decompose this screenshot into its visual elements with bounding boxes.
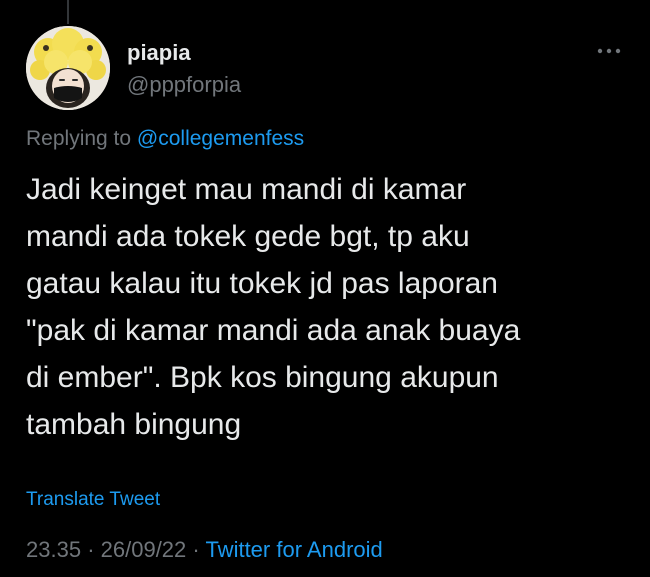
user-handle[interactable]: @pppforpia	[127, 71, 241, 99]
author-info: piapia @pppforpia	[127, 39, 241, 99]
display-name[interactable]: piapia	[127, 39, 241, 67]
reply-mention-link[interactable]: @collegemenfess	[137, 127, 304, 150]
tweet-metadata: 23.35 · 26/09/22 · Twitter for Android	[26, 536, 383, 564]
tweet-text-line: tambah bingung	[26, 408, 242, 441]
meta-separator: ·	[87, 537, 95, 562]
tweet-date[interactable]: 26/09/22	[101, 537, 187, 562]
meta-separator: ·	[192, 537, 200, 562]
tweet-source-link[interactable]: Twitter for Android	[205, 537, 382, 562]
avatar-image	[26, 26, 110, 110]
tweet-text-line: "pak di kamar mandi ada anak buaya	[26, 314, 521, 347]
tweet-text: Jadi keinget mau mandi di kamar mandi ad…	[26, 166, 626, 448]
replying-to-label: Replying to	[26, 127, 132, 150]
tweet-text-line: di ember". Bpk kos bingung akupun	[26, 361, 499, 394]
tweet-text-line: Jadi keinget mau mandi di kamar	[26, 173, 467, 206]
translate-tweet-link[interactable]: Translate Tweet	[26, 488, 160, 512]
tweet-text-line: gatau kalau itu tokek jd pas laporan	[26, 267, 498, 300]
tweet-time[interactable]: 23.35	[26, 537, 81, 562]
tweet-text-line: mandi ada tokek gede bgt, tp aku	[26, 220, 470, 253]
thread-connector-line	[67, 0, 69, 24]
replying-to: Replying to @collegemenfess	[26, 125, 304, 153]
more-horizontal-icon[interactable]	[596, 46, 622, 56]
avatar[interactable]	[26, 26, 110, 110]
